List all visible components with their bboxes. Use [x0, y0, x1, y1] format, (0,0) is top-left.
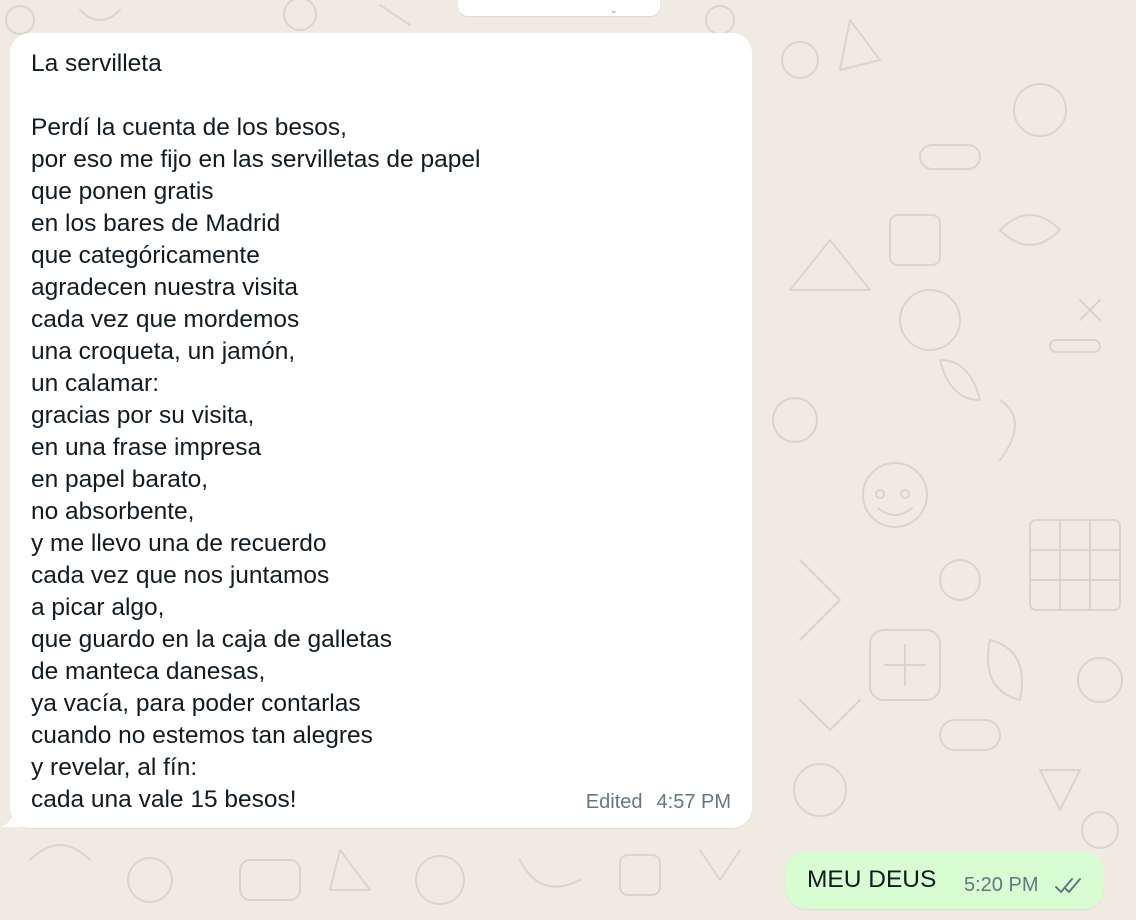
message-title: La servilleta — [31, 50, 162, 77]
message-line: que categóricamente — [31, 242, 260, 269]
message-line: que ponen gratis — [31, 178, 214, 205]
message-line: cada vez que mordemos — [31, 306, 300, 333]
message-line: ya vacía, para poder contarlas — [31, 690, 361, 717]
message-line: un calamar: — [31, 370, 160, 397]
double-check-read-icon — [1055, 878, 1081, 893]
outgoing-message-time: 5:20 PM — [964, 874, 1039, 896]
edited-label: Edited — [585, 791, 643, 813]
message-line: cuando no estemos tan alegres — [31, 722, 373, 749]
message-body: Perdí la cuenta de los besos, por eso me… — [31, 112, 480, 816]
message-line: cada una vale 15 besos! — [31, 786, 297, 813]
message-line: cada vez que nos juntamos — [31, 562, 330, 589]
message-line: gracias por su visita, — [31, 402, 255, 429]
message-line: que guardo en la caja de galletas — [31, 626, 392, 653]
message-line: a picar algo, — [31, 594, 165, 621]
date-divider-glyph: ⌄ — [610, 5, 618, 15]
message-line: agradecen nuestra visita — [31, 274, 298, 301]
message-time: 4:57 PM — [656, 791, 731, 813]
message-line: Perdí la cuenta de los besos, — [31, 114, 347, 141]
message-line: y revelar, al fín: — [31, 754, 198, 781]
message-line: en los bares de Madrid — [31, 210, 281, 237]
outgoing-message-text: MEU DEUS — [807, 866, 937, 893]
message-line: en una frase impresa — [31, 434, 262, 461]
outgoing-message-bubble[interactable]: MEU DEUS 5:20 PM — [786, 852, 1104, 909]
date-divider-pill: ⌄ — [458, 0, 660, 16]
message-line: y me llevo una de recuerdo — [31, 530, 327, 557]
message-line: una croqueta, un jamón, — [31, 338, 296, 365]
message-line: por eso me fijo en las servilletas de pa… — [31, 146, 481, 173]
message-line: de manteca danesas, — [31, 658, 266, 685]
incoming-message-bubble[interactable]: La servilleta Perdí la cuenta de los bes… — [10, 33, 752, 828]
message-line: en papel barato, — [31, 466, 209, 493]
incoming-message-meta: Edited 4:57 PM — [586, 791, 731, 814]
message-line: no absorbente, — [31, 498, 195, 525]
